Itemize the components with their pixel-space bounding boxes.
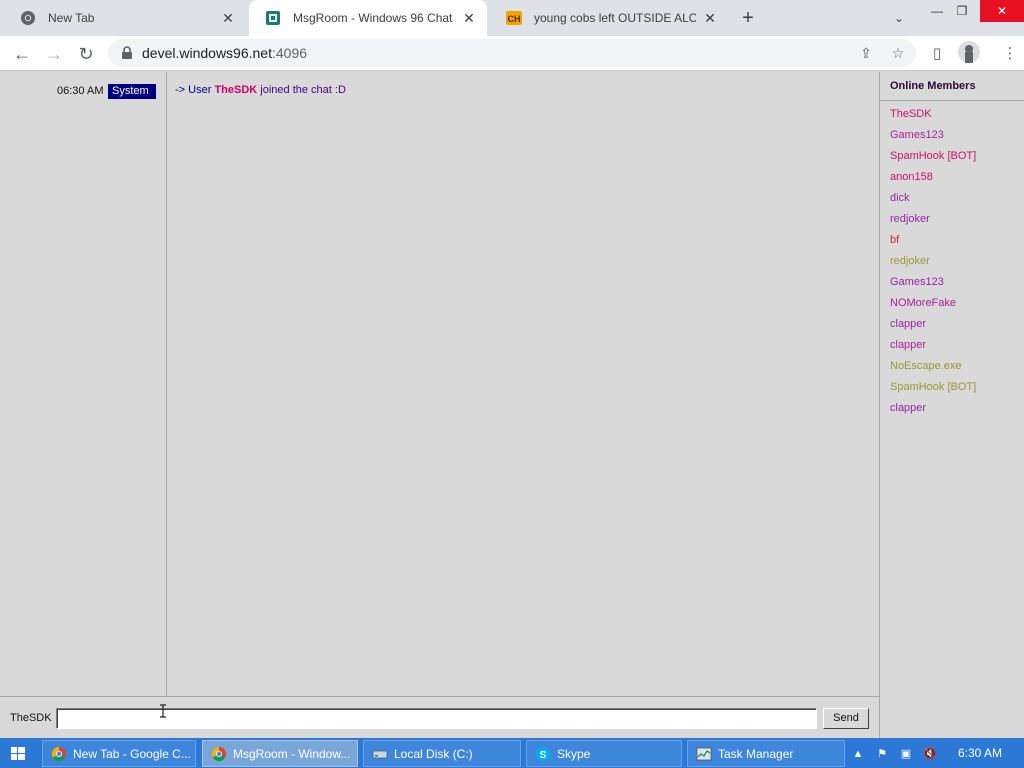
chrome-icon	[211, 746, 227, 762]
taskbar: New Tab - Google C... MsgRoom - Window..…	[0, 738, 1024, 768]
taskbar-item-label: Local Disk (C:)	[394, 746, 473, 761]
member-item[interactable]: bf	[890, 234, 899, 246]
member-item[interactable]: anon158	[890, 171, 933, 183]
member-item[interactable]: SpamHook [BOT]	[890, 381, 976, 393]
close-tab-icon[interactable]: ✕	[220, 10, 236, 26]
profile-avatar-icon[interactable]	[958, 41, 980, 63]
menu-kebab-icon[interactable]: ⋮	[998, 42, 1022, 66]
message-prefix: -> User	[175, 84, 215, 96]
chrome-icon	[51, 746, 67, 762]
tray-flag-icon[interactable]: ⚑	[874, 746, 890, 762]
address-bar[interactable]: devel.windows96.net:4096 ⇪ ☆	[108, 39, 916, 67]
member-item[interactable]: redjoker	[890, 255, 930, 267]
taskbar-clock[interactable]: 6:30 AM	[958, 746, 1002, 760]
online-members-panel: Online Members TheSDK Games123 SpamHook …	[879, 72, 1024, 738]
message-input[interactable]	[56, 708, 817, 729]
side-panel-icon[interactable]: ▯	[925, 42, 949, 66]
message-body: joined the chat :D	[257, 84, 346, 96]
new-tab-button[interactable]: +	[736, 6, 760, 30]
message-meta-column: 06:30 AM System	[0, 72, 167, 696]
member-item[interactable]: clapper	[890, 339, 926, 351]
svg-text:S: S	[540, 750, 547, 761]
tab-title: New Tab	[48, 11, 95, 25]
url-host: devel.windows96.net	[142, 45, 272, 61]
msgroom-page: 06:30 AM System -> User TheSDK joined th…	[0, 72, 1024, 738]
member-item[interactable]: redjoker	[890, 213, 930, 225]
chrome-icon	[20, 10, 36, 26]
taskbar-item-label: Skype	[557, 746, 591, 761]
taskbar-item-label: MsgRoom - Window...	[233, 746, 351, 761]
tray-expand-icon[interactable]: ▲	[850, 746, 866, 762]
taskbar-item-local-disk[interactable]: Local Disk (C:)	[363, 740, 521, 767]
member-item[interactable]: clapper	[890, 402, 926, 414]
tab-video[interactable]: CH young cobs left OUTSIDE ALONE ✕	[490, 0, 728, 36]
task-manager-icon	[696, 746, 712, 762]
ch-icon: CH	[506, 10, 522, 26]
message-list: -> User TheSDK joined the chat :D	[167, 72, 879, 696]
taskbar-item-label: New Tab - Google C...	[73, 746, 191, 761]
reload-icon[interactable]: ↻	[72, 40, 100, 68]
tray-network-icon[interactable]: ▣	[898, 746, 914, 762]
drive-icon	[372, 746, 388, 762]
input-username: TheSDK	[10, 712, 52, 724]
tray-volume-muted-icon[interactable]: 🔇	[922, 746, 938, 762]
close-tab-icon[interactable]: ✕	[461, 10, 477, 26]
member-item[interactable]: dick	[890, 192, 910, 204]
send-button[interactable]: Send	[823, 708, 869, 729]
url-text: devel.windows96.net:4096	[142, 45, 307, 61]
bookmark-star-icon[interactable]: ☆	[888, 43, 908, 63]
member-item[interactable]: clapper	[890, 318, 926, 330]
system-badge: System	[108, 84, 156, 99]
skype-icon: S	[535, 746, 551, 762]
forward-icon[interactable]: →	[40, 40, 68, 68]
member-item[interactable]: Games123	[890, 129, 944, 141]
window-close-icon[interactable]: ✕	[980, 0, 1024, 22]
taskbar-item-label: Task Manager	[718, 746, 794, 761]
taskbar-item-task-manager[interactable]: Task Manager	[687, 740, 845, 767]
member-item[interactable]: TheSDK	[890, 108, 932, 120]
text-cursor-icon	[160, 704, 166, 718]
members-title: Online Members	[890, 80, 976, 92]
tab-new-tab[interactable]: New Tab ✕	[4, 0, 246, 36]
taskbar-item-msgroom[interactable]: MsgRoom - Window...	[202, 740, 358, 767]
member-item[interactable]: NoEscape.exe	[890, 360, 962, 372]
lock-icon	[122, 46, 132, 59]
message-input-row: TheSDK Send	[0, 696, 879, 738]
member-item[interactable]: NOMoreFake	[890, 297, 956, 309]
tab-title: young cobs left OUTSIDE ALONE	[534, 11, 696, 25]
message-text: -> User TheSDK joined the chat :D	[175, 84, 346, 96]
browser-toolbar: ← → ↻ devel.windows96.net:4096 ⇪ ☆ ▯ ⋮	[0, 36, 1024, 71]
members-divider	[880, 100, 1024, 101]
taskbar-item-skype[interactable]: S Skype	[526, 740, 682, 767]
restore-icon[interactable]: ❐	[945, 0, 979, 22]
close-tab-icon[interactable]: ✕	[702, 10, 718, 26]
message-username[interactable]: TheSDK	[214, 84, 257, 96]
back-icon[interactable]: ←	[8, 40, 36, 68]
member-item[interactable]: Games123	[890, 276, 944, 288]
member-item[interactable]: SpamHook [BOT]	[890, 150, 976, 162]
browser-tab-strip: New Tab ✕ MsgRoom - Windows 96 Chat ✕ CH…	[0, 0, 1024, 36]
url-port: :4096	[271, 45, 308, 61]
windows-start-icon[interactable]	[4, 744, 32, 764]
msgroom-icon	[265, 10, 281, 26]
tab-title: MsgRoom - Windows 96 Chat	[293, 11, 453, 25]
svg-text:CH: CH	[508, 14, 521, 24]
taskbar-item-new-tab[interactable]: New Tab - Google C...	[42, 740, 196, 767]
share-icon[interactable]: ⇪	[856, 43, 876, 63]
tab-msgroom[interactable]: MsgRoom - Windows 96 Chat ✕	[249, 0, 487, 36]
tab-search-chevron-icon[interactable]: ⌄	[889, 8, 909, 28]
message-time: 06:30 AM	[57, 85, 104, 97]
